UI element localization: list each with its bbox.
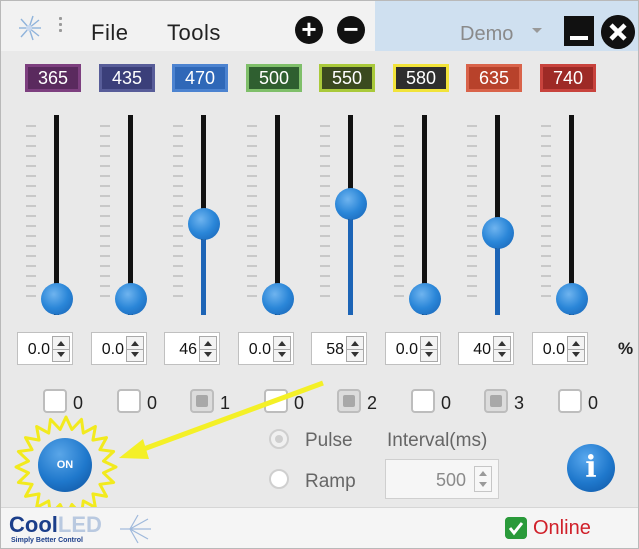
wavelength-label-500: 500 (246, 64, 302, 92)
intensity-input-580[interactable]: 0.0 (385, 332, 441, 365)
intensity-input-740[interactable]: 0.0 (532, 332, 588, 365)
intensity-stepper[interactable] (346, 336, 364, 362)
group-checkbox-435[interactable] (117, 389, 141, 413)
ramp-radio[interactable] (269, 469, 289, 489)
group-checkbox-365[interactable] (43, 389, 67, 413)
group-checkbox-580[interactable] (411, 389, 435, 413)
group-number: 0 (588, 393, 599, 413)
intensity-stepper[interactable] (493, 336, 511, 362)
slider-handle[interactable] (115, 283, 147, 315)
intensity-stepper[interactable] (273, 336, 291, 362)
intensity-input-635[interactable]: 40 (458, 332, 514, 365)
unit-label: % (618, 339, 634, 358)
wavelength-label-550: 550 (319, 64, 375, 92)
intensity-slider-635[interactable] (495, 115, 500, 315)
group-checkbox-500[interactable] (264, 389, 288, 413)
intensity-value: 40 (473, 341, 491, 358)
chevron-down-icon (532, 28, 542, 33)
wavelength-label-435: 435 (99, 64, 155, 92)
info-icon[interactable]: i (567, 444, 615, 492)
wavelength-label-580: 580 (393, 64, 449, 92)
menu-bar: File Tools + − Demo (1, 1, 638, 51)
group-number: 1 (220, 393, 231, 413)
minimize-icon[interactable] (564, 16, 594, 46)
intensity-input-470[interactable]: 46 (164, 332, 220, 365)
group-number: 2 (367, 393, 378, 413)
intensity-input-500[interactable]: 0.0 (238, 332, 294, 365)
interval-value: 500 (435, 470, 466, 490)
close-icon[interactable] (601, 15, 635, 49)
group-checkbox-635[interactable] (484, 389, 508, 413)
connection-status: Online (533, 517, 591, 539)
interval-input[interactable]: 500 (385, 459, 499, 499)
slider-handle[interactable] (188, 208, 220, 240)
group-checkbox-740[interactable] (558, 389, 582, 413)
coolled-control-window: File Tools + − Demo 365 0.0 0 435 0.0 0 470 46 1… (0, 0, 639, 549)
interval-stepper[interactable] (474, 466, 492, 492)
file-menu[interactable]: File (91, 20, 128, 46)
wavelength-label-365: 365 (25, 64, 81, 92)
tools-menu[interactable]: Tools (167, 20, 221, 46)
intensity-value: 0.0 (101, 341, 124, 358)
slider-handle[interactable] (262, 283, 294, 315)
slider-handle[interactable] (556, 283, 588, 315)
group-number: 0 (294, 393, 305, 413)
check-icon (505, 517, 527, 539)
profile-dropdown-label: Demo (460, 23, 514, 45)
wavelength-label-470: 470 (172, 64, 228, 92)
slider-handle[interactable] (409, 283, 441, 315)
brand-logo: CoolLED (9, 512, 102, 537)
slider-handle[interactable] (335, 188, 367, 220)
power-on-button[interactable]: ON (38, 438, 92, 492)
intensity-stepper[interactable] (567, 336, 585, 362)
ramp-label: Ramp (305, 471, 356, 492)
wavelength-label-635: 635 (466, 64, 522, 92)
slider-handle[interactable] (482, 217, 514, 249)
intensity-stepper[interactable] (126, 336, 144, 362)
brand-star-icon (120, 514, 151, 544)
slider-handle[interactable] (41, 283, 73, 315)
intensity-input-550[interactable]: 58 (311, 332, 367, 365)
brand-tagline: Simply Better Control (11, 537, 83, 544)
pulse-label: Pulse (305, 430, 353, 451)
intensity-stepper[interactable] (199, 336, 217, 362)
intensity-value: 46 (179, 341, 197, 358)
intensity-stepper[interactable] (420, 336, 438, 362)
group-checkbox-470[interactable] (190, 389, 214, 413)
remove-icon[interactable]: − (337, 16, 365, 44)
coolled-logo-icon (19, 15, 41, 41)
group-number: 3 (514, 393, 525, 413)
intensity-input-365[interactable]: 0.0 (17, 332, 73, 365)
add-icon[interactable]: + (295, 16, 323, 44)
intensity-input-435[interactable]: 0.0 (91, 332, 147, 365)
drag-handle-icon[interactable] (59, 17, 63, 39)
group-number: 0 (147, 393, 158, 413)
group-number: 0 (73, 393, 84, 413)
intensity-value: 58 (326, 341, 344, 358)
intensity-value: 0.0 (248, 341, 271, 358)
pulse-radio[interactable] (269, 429, 289, 449)
interval-label: Interval(ms) (387, 430, 488, 451)
wavelength-label-740: 740 (540, 64, 596, 92)
intensity-value: 0.0 (542, 341, 565, 358)
group-number: 0 (441, 393, 452, 413)
intensity-value: 0.0 (27, 341, 50, 358)
intensity-stepper[interactable] (52, 336, 70, 362)
group-checkbox-550[interactable] (337, 389, 361, 413)
intensity-value: 0.0 (395, 341, 418, 358)
